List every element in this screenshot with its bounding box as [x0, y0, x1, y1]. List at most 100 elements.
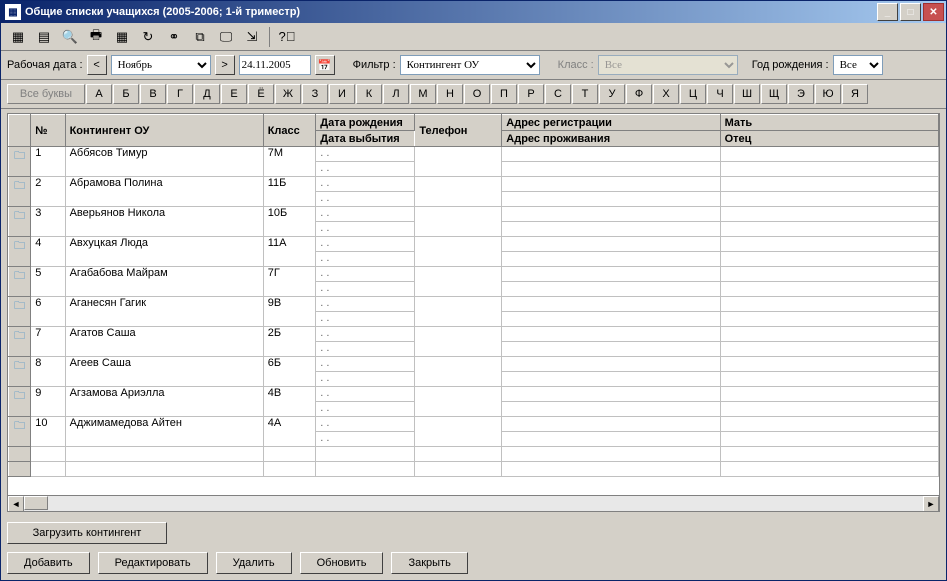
scroll-track[interactable] — [24, 496, 923, 511]
scroll-thumb[interactable] — [24, 496, 48, 510]
cell-num[interactable]: 2 — [31, 177, 65, 207]
load-contingent-button[interactable]: Загрузить контингент — [7, 522, 167, 544]
col-leave[interactable]: Дата выбытия — [316, 131, 415, 147]
cell-father[interactable] — [720, 432, 938, 447]
close-button[interactable]: Закрыть — [391, 552, 467, 574]
letter-Ю[interactable]: Ю — [815, 84, 841, 104]
report-icon[interactable]: ▤ — [33, 26, 55, 48]
cell-class[interactable]: 10Б — [263, 207, 316, 237]
monitor-icon[interactable]: 🖵 — [215, 26, 237, 48]
cell-live-addr[interactable] — [502, 192, 720, 207]
cell-dob[interactable]: . . — [316, 177, 415, 192]
table-row[interactable]: 🗀5Агабабова Майрам7Г. . — [9, 267, 939, 282]
cell-leave[interactable]: . . — [316, 372, 415, 387]
cell-reg-addr[interactable] — [502, 357, 720, 372]
cell-class[interactable]: 6Б — [263, 357, 316, 387]
cell-name[interactable]: Авхуцкая Люда — [65, 237, 263, 267]
cell-name[interactable]: Агзамова Ариэлла — [65, 387, 263, 417]
letter-Э[interactable]: Э — [788, 84, 814, 104]
minimize-button[interactable]: _ — [877, 3, 898, 21]
cell-class[interactable]: 2Б — [263, 327, 316, 357]
cell-leave[interactable]: . . — [316, 282, 415, 297]
cell-mother[interactable] — [720, 237, 938, 252]
table-row[interactable]: 🗀6Аганесян Гагик9В. . — [9, 297, 939, 312]
cell-reg-addr[interactable] — [502, 417, 720, 432]
filter-select[interactable]: Контингент ОУ — [400, 55, 540, 75]
cell-reg-addr[interactable] — [502, 177, 720, 192]
letter-Ш[interactable]: Ш — [734, 84, 760, 104]
cell-name[interactable]: Аверьянов Никола — [65, 207, 263, 237]
col-phone[interactable]: Телефон — [415, 115, 502, 147]
table-row[interactable]: 🗀1Аббясов Тимур7М. . — [9, 147, 939, 162]
cell-num[interactable]: 6 — [31, 297, 65, 327]
edit-button[interactable]: Редактировать — [98, 552, 208, 574]
row-folder[interactable]: 🗀 — [9, 267, 31, 297]
delete-button[interactable]: Удалить — [216, 552, 292, 574]
horizontal-scrollbar[interactable]: ◄ ► — [8, 495, 939, 511]
refresh-button[interactable]: Обновить — [300, 552, 384, 574]
cell-phone[interactable] — [415, 237, 502, 267]
cell-leave[interactable]: . . — [316, 162, 415, 177]
cell-live-addr[interactable] — [502, 342, 720, 357]
letter-Р[interactable]: Р — [518, 84, 544, 104]
cell-phone[interactable] — [415, 267, 502, 297]
cell-father[interactable] — [720, 342, 938, 357]
letter-Б[interactable]: Б — [113, 84, 139, 104]
cell-mother[interactable] — [720, 147, 938, 162]
cell-reg-addr[interactable] — [502, 297, 720, 312]
letter-А[interactable]: А — [86, 84, 112, 104]
row-folder[interactable]: 🗀 — [9, 147, 31, 177]
cell-leave[interactable]: . . — [316, 192, 415, 207]
cell-phone[interactable] — [415, 177, 502, 207]
cell-reg-addr[interactable] — [502, 147, 720, 162]
letter-К[interactable]: К — [356, 84, 382, 104]
cell-live-addr[interactable] — [502, 162, 720, 177]
letter-Л[interactable]: Л — [383, 84, 409, 104]
find-icon[interactable]: 🔍 — [59, 26, 81, 48]
row-folder[interactable]: 🗀 — [9, 387, 31, 417]
letter-У[interactable]: У — [599, 84, 625, 104]
maximize-button[interactable]: □ — [900, 3, 921, 21]
table-row[interactable]: 🗀7Агатов Саша2Б. . — [9, 327, 939, 342]
cell-name[interactable]: Агеев Саша — [65, 357, 263, 387]
table-row[interactable]: 🗀8Агеев Саша6Б. . — [9, 357, 939, 372]
cell-class[interactable]: 9В — [263, 297, 316, 327]
year-select[interactable]: Все — [833, 55, 883, 75]
cell-name[interactable]: Абрамова Полина — [65, 177, 263, 207]
cell-num[interactable]: 5 — [31, 267, 65, 297]
cell-dob[interactable]: . . — [316, 417, 415, 432]
letter-Я[interactable]: Я — [842, 84, 868, 104]
cell-mother[interactable] — [720, 297, 938, 312]
letter-С[interactable]: С — [545, 84, 571, 104]
row-folder[interactable]: 🗀 — [9, 177, 31, 207]
cell-mother[interactable] — [720, 387, 938, 402]
table-row[interactable]: 🗀2Абрамова Полина11Б. . — [9, 177, 939, 192]
cell-live-addr[interactable] — [502, 372, 720, 387]
cell-dob[interactable]: . . — [316, 297, 415, 312]
cell-name[interactable]: Аганесян Гагик — [65, 297, 263, 327]
cell-class[interactable]: 7Г — [263, 267, 316, 297]
col-contingent[interactable]: Контингент ОУ — [65, 115, 263, 147]
cell-mother[interactable] — [720, 357, 938, 372]
cell-name[interactable]: Агабабова Майрам — [65, 267, 263, 297]
cell-dob[interactable]: . . — [316, 237, 415, 252]
row-folder[interactable]: 🗀 — [9, 357, 31, 387]
cell-father[interactable] — [720, 372, 938, 387]
letter-Х[interactable]: Х — [653, 84, 679, 104]
cell-name[interactable]: Аджимамедова Айтен — [65, 417, 263, 447]
letter-Ё[interactable]: Ё — [248, 84, 274, 104]
table-row[interactable]: 🗀10Аджимамедова Айтен4А. . — [9, 417, 939, 432]
row-folder[interactable]: 🗀 — [9, 207, 31, 237]
cell-live-addr[interactable] — [502, 282, 720, 297]
month-select[interactable]: Ноябрь — [111, 55, 211, 75]
print-icon[interactable]: 🖶 — [85, 26, 107, 48]
cell-reg-addr[interactable] — [502, 207, 720, 222]
cell-mother[interactable] — [720, 417, 938, 432]
cell-reg-addr[interactable] — [502, 387, 720, 402]
cell-father[interactable] — [720, 162, 938, 177]
cell-mother[interactable] — [720, 177, 938, 192]
letter-З[interactable]: З — [302, 84, 328, 104]
export-icon[interactable]: ⇲ — [241, 26, 263, 48]
cell-father[interactable] — [720, 312, 938, 327]
cell-father[interactable] — [720, 402, 938, 417]
